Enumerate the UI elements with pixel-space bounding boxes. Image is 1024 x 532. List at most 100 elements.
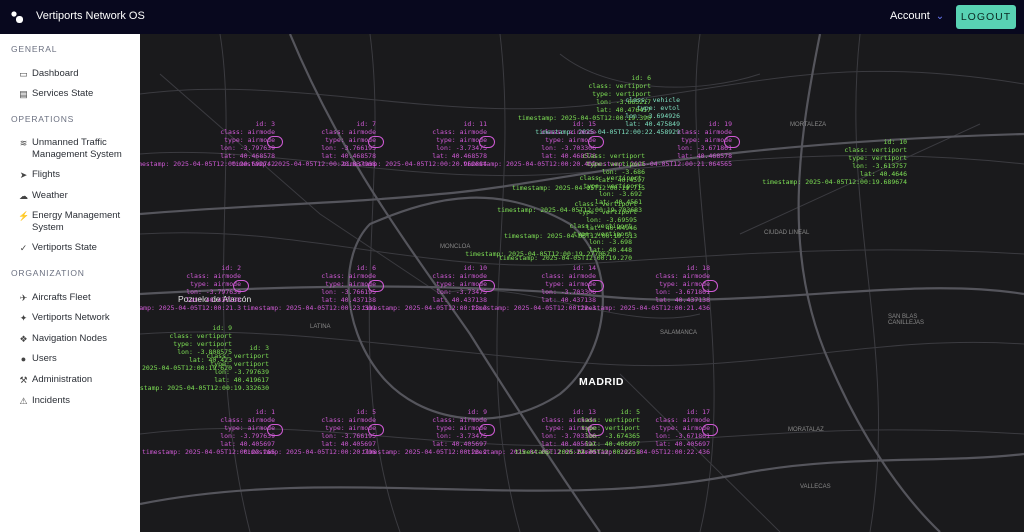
airmode-marker-icon[interactable] bbox=[724, 136, 740, 148]
overlay-line: class: airmode bbox=[321, 416, 376, 424]
vertiport-overlay[interactable]: id: 10 class: vertiport type: vertiport lon… bbox=[762, 138, 907, 186]
overlay-line: id: 6 bbox=[356, 264, 376, 272]
place-label-mortaleza: MORTALEZA bbox=[790, 122, 827, 128]
logo-icon bbox=[11, 11, 23, 23]
overlay-line: lon: -3.766195 bbox=[321, 432, 376, 440]
sidebar-item-aircrafts-fleet[interactable]: ✈ Aircrafts Fleet bbox=[18, 292, 136, 304]
sidebar-item-energy[interactable]: ⚡ Energy Management System bbox=[18, 210, 136, 234]
place-label-san-blas: SAN BLAS CANILLEJAS bbox=[888, 314, 925, 326]
overlay-line: id: 10 bbox=[883, 138, 907, 146]
plane-icon: ✈ bbox=[19, 293, 28, 303]
overlay-line: class: airmode bbox=[655, 416, 710, 424]
overlay-line: timestamp: 2025-04-05T12:00:21.436 bbox=[576, 304, 710, 312]
overlay-line: type: airmode bbox=[681, 136, 732, 144]
overlay-line: lon: -3.73475 bbox=[436, 288, 487, 296]
airmode-overlay[interactable]: id: 17 class: airmode type: airmode lon: -3… bbox=[577, 408, 710, 456]
overlay-line: timestamp: 2025-04-05T12:00:22.436 bbox=[576, 448, 710, 456]
overlay-line: lon: -3.613757 bbox=[852, 162, 907, 170]
place-label-moratalaz: MORATALAZ bbox=[788, 427, 824, 433]
account-menu[interactable]: Account ⌄ bbox=[890, 10, 944, 22]
airmode-overlay[interactable]: id: 5 class: airmode type: airmode lon: -3.… bbox=[243, 408, 376, 456]
overlay-line: id: 3 bbox=[249, 344, 269, 352]
place-label-latina: LATINA bbox=[310, 324, 331, 330]
overlay-line: class: vertiport bbox=[574, 200, 637, 208]
airmode-overlay[interactable]: id: 18 class: airmode type: airmode lon: -3… bbox=[577, 264, 710, 312]
sidebar-item-administration[interactable]: ⚒ Administration bbox=[18, 374, 136, 386]
overlay-line: id: 9 bbox=[212, 324, 232, 332]
overlay-line: lat: 40.419617 bbox=[214, 376, 269, 384]
overlay-line: type: airmode bbox=[325, 280, 376, 288]
airmode-marker-icon[interactable] bbox=[702, 280, 718, 292]
overlay-line: timestamp: 2025-04-05T12:00:19.277062 bbox=[465, 250, 610, 258]
overlay-line: id: 10 bbox=[463, 264, 487, 272]
airmode-overlay[interactable]: id: 2 class: airmode type: airmode lon: -3.… bbox=[140, 264, 241, 312]
overlay-line: class: vertiport bbox=[206, 352, 269, 360]
overlay-line: class: vertiport bbox=[844, 146, 907, 154]
sidebar-item-flights[interactable]: ➤ Flights bbox=[18, 169, 136, 181]
overlay-line: timestamp: 2025-04-05T12:00:23.301 bbox=[242, 304, 376, 312]
overlay-line: type: airmode bbox=[545, 136, 596, 144]
place-label-salamanca: SALAMANCA bbox=[660, 330, 698, 336]
overlay-line: lon: -3.797639 bbox=[186, 288, 241, 296]
cloud-icon: ☁ bbox=[19, 191, 28, 201]
overlay-line: type: vertiport bbox=[586, 160, 645, 168]
sidebar-item-weather[interactable]: ☁ Weather bbox=[18, 190, 136, 202]
monitor-icon: ▭ bbox=[19, 69, 28, 79]
place-label-vallecas: VALLECAS bbox=[800, 484, 831, 490]
overlay-line: class: airmode bbox=[541, 128, 596, 136]
city-label-madrid: MADRID bbox=[579, 376, 624, 388]
vertiport-overlay[interactable]: timestamp: 2025-04-05T12:00:19.277062 bbox=[465, 250, 610, 258]
sidebar-item-users[interactable]: ● Users bbox=[18, 353, 136, 365]
bolt-icon: ⚡ bbox=[18, 211, 30, 221]
overlay-line: class: vertiport bbox=[569, 222, 632, 230]
overlay-line: id: 2 bbox=[221, 264, 241, 272]
sidebar-item-services-state[interactable]: ▤ Services State bbox=[18, 88, 136, 100]
compass-icon: ❖ bbox=[19, 334, 28, 344]
check-icon: ✓ bbox=[19, 243, 28, 253]
overlay-line: timestamp: 2025-04-05T12:00:20.706 bbox=[242, 448, 376, 456]
overlay-line: lon: -3.698 bbox=[588, 238, 632, 246]
section-title-organization: ORGANIZATION bbox=[11, 268, 85, 278]
overlay-line: type: vertiport bbox=[573, 230, 632, 238]
chevron-down-icon: ⌄ bbox=[935, 11, 945, 22]
wrench-icon: ⚒ bbox=[19, 375, 28, 385]
overlay-line: lon: -3.671861 bbox=[677, 144, 732, 152]
logout-button[interactable]: LOGOUT bbox=[956, 5, 1016, 29]
overlay-line: id: 15 bbox=[572, 120, 596, 128]
overlay-line: lon: -3.692 bbox=[598, 190, 642, 198]
overlay-line: class: vertiport bbox=[588, 82, 651, 90]
sidebar-item-incidents[interactable]: ⚠ Incidents bbox=[18, 395, 136, 407]
top-bar: Vertiports Network OS Account ⌄ LOGOUT bbox=[0, 0, 1024, 34]
overlay-line: timestamp: 2025-04-05T12:00:21.3 bbox=[140, 304, 241, 312]
vertiport-overlay[interactable]: id: 3 class: vertiport type: vertiport lon:… bbox=[140, 344, 269, 392]
server-icon: ▤ bbox=[19, 89, 28, 99]
app-title: Vertiports Network OS bbox=[36, 10, 145, 22]
overlay-line: class: airmode bbox=[677, 128, 732, 136]
overlay-line: type: vertiport bbox=[848, 154, 907, 162]
overlay-line: type: airmode bbox=[190, 280, 241, 288]
overlay-line: lat: 40.4646 bbox=[860, 170, 907, 178]
section-title-general: GENERAL bbox=[11, 44, 58, 54]
sidebar-item-utm[interactable]: ≋ Unmanned Traffic Management System bbox=[18, 137, 136, 161]
overlay-line: class: vehicle bbox=[625, 96, 680, 104]
place-label-ciudad-lineal: CIUDAD LINEAL bbox=[764, 230, 810, 236]
section-title-operations: OPERATIONS bbox=[11, 114, 75, 124]
overlay-line: id: 17 bbox=[686, 408, 710, 416]
airmode-overlay[interactable]: id: 6 class: airmode type: airmode lon: -3.… bbox=[243, 264, 376, 312]
pin-icon: ✦ bbox=[19, 313, 28, 323]
airmode-overlay[interactable]: id: 10 class: airmode type: airmode lon: -3… bbox=[362, 264, 487, 312]
overlay-line: timestamp: 2025-04-05T12:00:19.332630 bbox=[140, 384, 269, 392]
overlay-line: type: evtol bbox=[636, 104, 680, 112]
account-label: Account bbox=[890, 10, 930, 22]
sidebar-item-navigation-nodes[interactable]: ❖ Navigation Nodes bbox=[18, 333, 136, 345]
overlay-line: class: airmode bbox=[186, 272, 241, 280]
sidebar-item-vertiports-network[interactable]: ✦ Vertiports Network bbox=[18, 312, 136, 324]
overlay-line: type: vertiport bbox=[210, 360, 269, 368]
overlay-line: timestamp: 2025-04-05T12:00:19.689674 bbox=[762, 178, 907, 186]
sidebar-item-vertiports-state[interactable]: ✓ Vertiports State bbox=[18, 242, 136, 254]
map-view[interactable]: Pozuelo de Alarcón MORTALEZA CIUDAD LINE… bbox=[140, 34, 1024, 532]
overlay-line: id: 6 bbox=[631, 74, 651, 82]
sidebar-item-dashboard[interactable]: ▭ Dashboard bbox=[18, 68, 136, 80]
overlay-line: lon: -3.694926 bbox=[625, 112, 680, 120]
airmode-marker-icon[interactable] bbox=[702, 424, 718, 436]
